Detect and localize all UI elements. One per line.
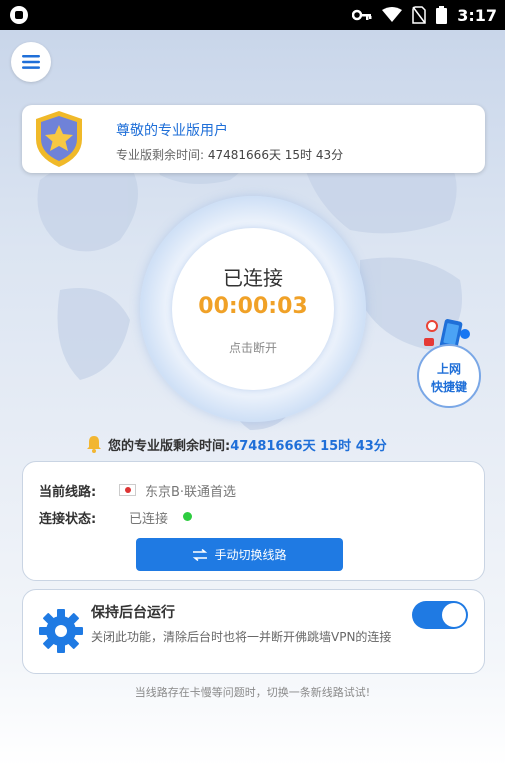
keep-background-toggle[interactable] xyxy=(412,601,468,629)
status-icons: 3:17 xyxy=(352,4,497,26)
toggle-knob xyxy=(442,603,466,627)
notice-label: 您的专业版剩余时间: xyxy=(108,438,231,454)
japan-flag-icon xyxy=(119,484,136,496)
connection-status-label: 连接状态: xyxy=(39,512,97,527)
no-sim-icon xyxy=(412,6,426,24)
connected-status-dot xyxy=(183,512,192,521)
app-notification-icon xyxy=(10,6,28,24)
pro-remaining-value: 47481666天 15时 43分 xyxy=(207,148,344,162)
keep-background-card: 保持后台运行 关闭此功能，清除后台时也将一并断开佛跳墙VPN的连接 xyxy=(22,589,485,674)
pro-remaining-time: 专业版剩余时间: 47481666天 15时 43分 xyxy=(116,146,343,163)
keep-background-description: 关闭此功能，清除后台时也将一并断开佛跳墙VPN的连接 xyxy=(91,630,392,644)
menu-button[interactable] xyxy=(11,42,51,82)
disconnect-label: 点击断开 xyxy=(228,341,277,355)
connection-status-value: 已连接 xyxy=(129,512,169,527)
shortcut-label-line2: 快捷键 xyxy=(430,380,467,394)
switch-route-button[interactable]: 手动切换线路 xyxy=(136,538,343,571)
connection-status: 已连接 xyxy=(223,266,283,290)
status-bar: 3:17 xyxy=(0,0,505,30)
pro-remaining-notice: 您的专业版剩余时间: 47481666天 15时 43分 xyxy=(86,434,387,454)
shortcut-label-line1: 上网 xyxy=(436,362,461,376)
connect-toggle[interactable]: 已连接 00:00:03 点击断开 xyxy=(140,196,366,422)
keep-background-title: 保持后台运行 xyxy=(91,605,175,621)
connection-timer: 00:00:03 xyxy=(198,294,308,319)
switch-route-label: 手动切换线路 xyxy=(214,548,287,562)
status-time: 3:17 xyxy=(457,5,497,25)
pro-remaining-label: 专业版剩余时间: xyxy=(116,148,205,162)
route-tip: 当线路存在卡慢等问题时，切换一条新线路试试! xyxy=(134,686,371,699)
pro-user-card[interactable]: 尊敬的专业版用户 专业版剩余时间: 47481666天 15时 43分 xyxy=(22,105,485,173)
star-shield-icon xyxy=(36,111,82,167)
gear-icon xyxy=(39,609,83,653)
route-card: 当前线路: 东京B·联通首选 连接状态: 已连接 手动切换线路 xyxy=(22,461,485,581)
key-icon xyxy=(352,9,372,21)
pro-user-title: 尊敬的专业版用户 xyxy=(116,123,228,139)
wifi-icon xyxy=(382,7,403,22)
current-route-value[interactable]: 东京B·联通首选 xyxy=(145,481,236,500)
battery-icon xyxy=(436,6,448,24)
menu-icon xyxy=(22,55,40,69)
notice-value: 47481666天 15时 43分 xyxy=(230,438,387,454)
swap-arrows-icon xyxy=(193,548,208,561)
current-route-label: 当前线路: xyxy=(39,485,97,500)
internet-shortcut-button[interactable]: 上网 快捷键 xyxy=(410,316,486,412)
bell-icon xyxy=(87,436,101,453)
